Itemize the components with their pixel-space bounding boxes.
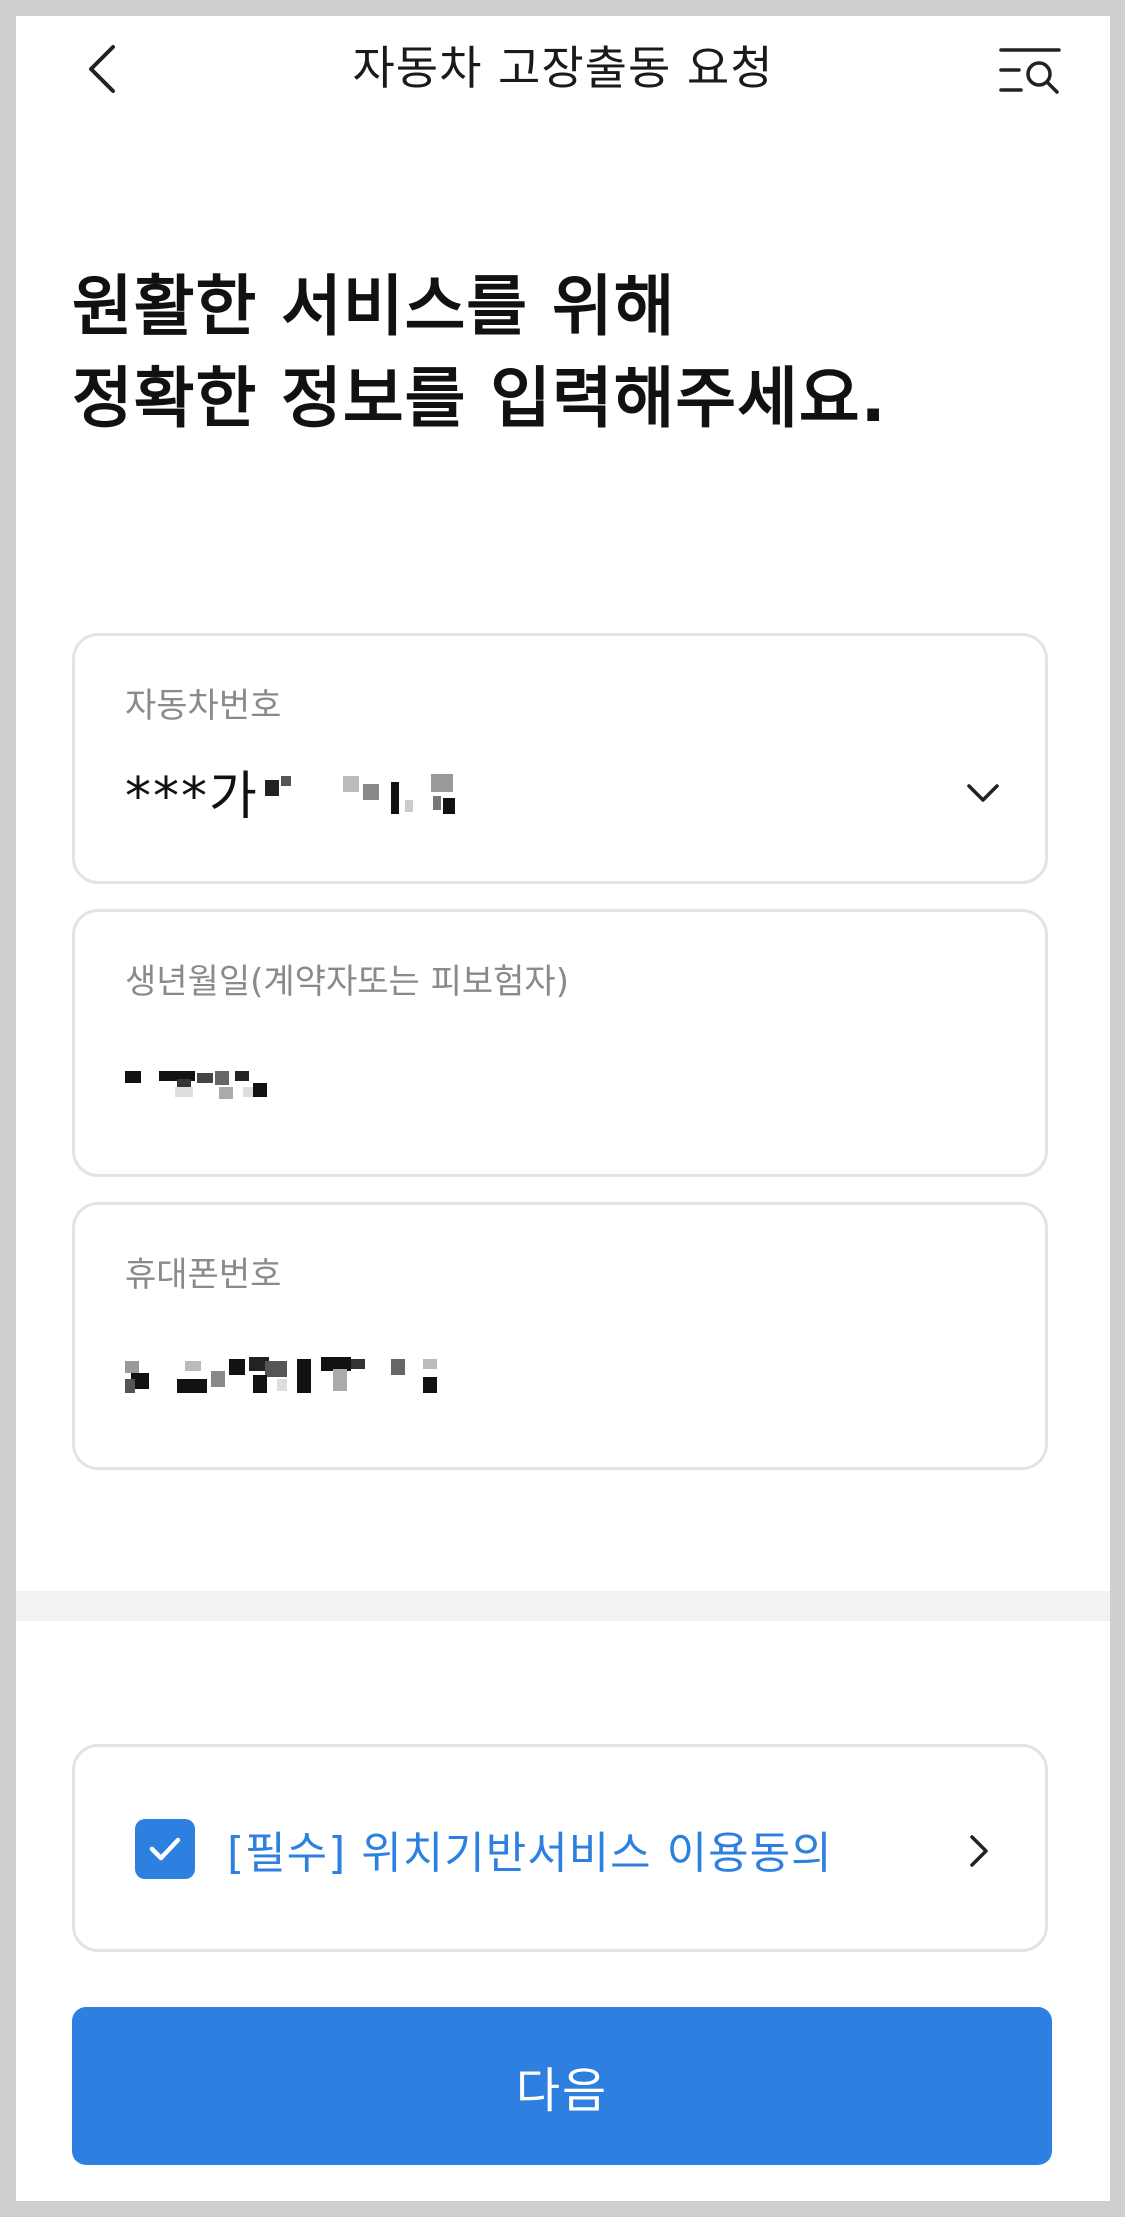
car-number-field[interactable]: 자동차번호 ***가 xyxy=(72,633,1048,884)
phone-mask xyxy=(125,1353,505,1403)
heading-line-2: 정확한 정보를 입력해주세요. xyxy=(72,360,887,437)
header: 자동차 고장출동 요청 xyxy=(16,16,1110,126)
menu-search-icon xyxy=(999,48,1061,94)
app-screen: 자동차 고장출동 요청 원활한 서비스를 위해 정확한 정보를 입력해주세요. … xyxy=(16,16,1110,2201)
car-number-value: ***가 xyxy=(125,754,473,830)
chevron-down-icon[interactable] xyxy=(965,776,1001,812)
phone-field[interactable]: 휴대폰번호 xyxy=(72,1202,1048,1470)
car-number-label: 자동차번호 xyxy=(125,686,282,726)
car-number-mask xyxy=(263,770,473,830)
phone-value xyxy=(125,1345,505,1405)
check-icon xyxy=(149,1837,181,1861)
chevron-right-icon[interactable] xyxy=(961,1833,997,1869)
birth-date-mask xyxy=(125,1067,305,1107)
car-number-visible-text: ***가 xyxy=(125,767,259,827)
birth-date-value xyxy=(125,1054,305,1114)
menu-search-button[interactable] xyxy=(990,30,1070,110)
birth-date-field[interactable]: 생년월일(계약자또는 피보험자) xyxy=(72,909,1048,1177)
consent-label[interactable]: [필수] 위치기반서비스 이용동의 xyxy=(227,1817,833,1881)
location-consent-row[interactable]: [필수] 위치기반서비스 이용동의 xyxy=(72,1744,1048,1952)
heading-line-1: 원활한 서비스를 위해 xyxy=(72,268,676,345)
phone-label: 휴대폰번호 xyxy=(125,1255,282,1295)
page-title: 자동차 고장출동 요청 xyxy=(352,41,774,95)
birth-date-label: 생년월일(계약자또는 피보험자) xyxy=(125,962,569,1002)
consent-checkbox[interactable] xyxy=(135,1819,195,1879)
main-heading: 원활한 서비스를 위해 정확한 정보를 입력해주세요. xyxy=(72,261,887,445)
section-divider xyxy=(16,1591,1110,1621)
next-button[interactable]: 다음 xyxy=(72,2007,1052,2165)
